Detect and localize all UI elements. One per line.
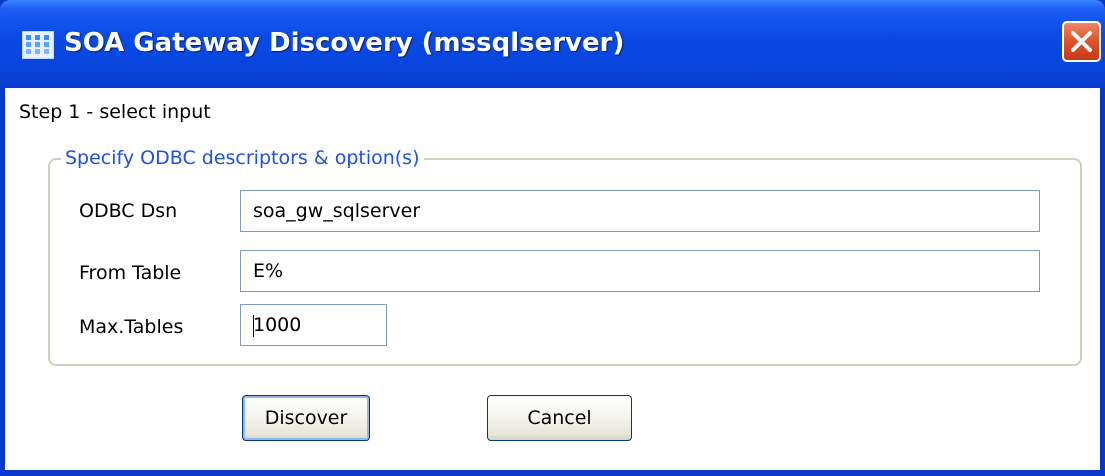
from-table-input[interactable]: E% [240, 250, 1040, 292]
discover-button[interactable]: Discover [242, 395, 370, 441]
max-tables-value: 1000 [253, 314, 302, 336]
title-bar[interactable]: SOA Gateway Discovery (mssqlserver) [0, 0, 1105, 88]
odbc-dsn-value: soa_gw_sqlserver [253, 200, 421, 222]
window-title: SOA Gateway Discovery (mssqlserver) [64, 28, 625, 58]
group-legend: Specify ODBC descriptors & option(s) [61, 147, 424, 169]
odbc-dsn-input[interactable]: soa_gw_sqlserver [240, 190, 1040, 232]
max-tables-input[interactable]: 1000 [240, 304, 387, 346]
app-grid-icon [21, 30, 55, 60]
odbc-dsn-label: ODBC Dsn [79, 200, 178, 222]
dialog-window: SOA Gateway Discovery (mssqlserver) Step… [0, 0, 1105, 476]
step-label: Step 1 - select input [19, 101, 211, 123]
close-button[interactable] [1062, 21, 1101, 62]
from-table-label: From Table [79, 262, 182, 284]
cancel-button[interactable]: Cancel [487, 395, 632, 441]
max-tables-label: Max.Tables [79, 316, 184, 338]
from-table-value: E% [253, 260, 284, 282]
dialog-client-area: Step 1 - select input Specify ODBC descr… [5, 88, 1100, 470]
